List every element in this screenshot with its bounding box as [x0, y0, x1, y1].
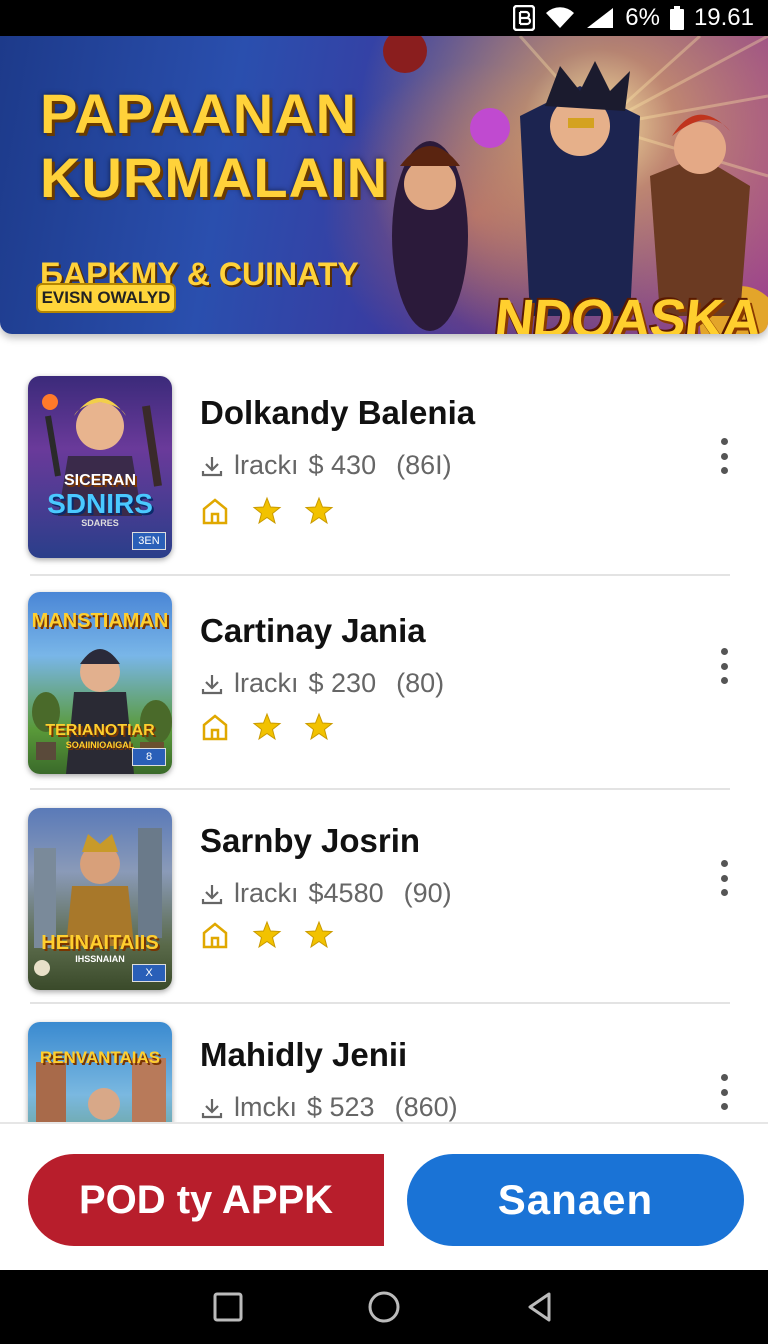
bottom-action-bar: POD ty APPK Sanaen — [0, 1122, 768, 1270]
app-meta: lmckı $ 523 (860) — [200, 1092, 458, 1123]
app-meta: lrackı $4580 (90) — [200, 878, 452, 909]
list-item[interactable]: MANSTIAMAN TERIANOTIAR SOAIINIOAIGAL 8 C… — [0, 592, 768, 806]
download-count: (90) — [403, 878, 452, 908]
star-icon — [304, 712, 334, 741]
app-meta: lrackı $ 230 (80) — [200, 668, 444, 699]
system-nav-bar — [0, 1270, 768, 1344]
app-name[interactable]: Mahidly Jenii — [200, 1036, 407, 1074]
download-count: (80) — [396, 668, 445, 698]
app-thumbnail[interactable]: RENVANTAIAS — [28, 1022, 172, 1124]
app-price: $ 430 — [308, 450, 377, 480]
house-badge-icon — [202, 714, 228, 741]
more-options-icon[interactable] — [714, 648, 734, 684]
thumbnail-art — [42, 394, 162, 516]
download-apk-button[interactable]: POD ty APPK — [28, 1154, 384, 1246]
battery-percent: 6% — [625, 4, 660, 31]
app-meta: lrackı $ 430 (86I) — [200, 450, 452, 481]
star-icon — [252, 496, 282, 525]
list-item[interactable]: SICERAN SDNIRS SDARES 3EN Dolkandy Balen… — [0, 376, 768, 590]
divider — [30, 788, 730, 790]
star-icon — [304, 496, 334, 525]
more-options-icon[interactable] — [714, 438, 734, 474]
app-rating — [200, 712, 334, 742]
clock: 19.61 — [693, 4, 754, 31]
nfc-icon — [513, 5, 536, 31]
download-icon — [200, 672, 224, 696]
recent-apps-icon[interactable] — [204, 1283, 252, 1331]
house-badge-icon — [202, 498, 228, 525]
banner-badge-button[interactable]: EVISN OWALYD — [36, 283, 176, 313]
thumbnail-tag: X — [132, 964, 166, 982]
app-rating — [200, 496, 334, 526]
house-badge-icon — [202, 922, 228, 949]
app-thumbnail[interactable]: MANSTIAMAN TERIANOTIAR SOAIINIOAIGAL 8 — [28, 592, 172, 774]
divider — [30, 1002, 730, 1004]
promo-banner[interactable]: PAPAANAN KURMALAIN БAPKMY & CUINATY EVIS… — [0, 36, 768, 334]
app-thumbnail[interactable]: SICERAN SDNIRS SDARES 3EN — [28, 376, 172, 558]
back-icon[interactable] — [516, 1283, 564, 1331]
download-count: (86I) — [396, 450, 452, 480]
download-icon — [200, 454, 224, 478]
banner-title-line2: KURMALAIN — [40, 146, 389, 209]
thumbnail-subtitle: IHSSNAIAN — [75, 954, 125, 964]
list-item[interactable]: HEINAITAIIS IHSSNAIAN X Sarnby Josrin lr… — [0, 808, 768, 1022]
home-icon[interactable] — [360, 1283, 408, 1331]
meta-label: lmckı — [234, 1092, 297, 1122]
download-icon — [200, 882, 224, 906]
meta-label: lrackı — [234, 450, 299, 480]
signal-icon — [585, 6, 615, 30]
more-options-icon[interactable] — [714, 1074, 734, 1110]
app-name[interactable]: Dolkandy Balenia — [200, 394, 475, 432]
thumbnail-art — [36, 1058, 166, 1124]
thumbnail-title: SDNIRS — [47, 488, 153, 519]
banner-title: PAPAANAN KURMALAIN — [40, 82, 388, 210]
app-name[interactable]: Cartinay Jania — [200, 612, 426, 650]
divider — [30, 574, 730, 576]
meta-label: lrackı — [234, 878, 299, 908]
app-name[interactable]: Sarnby Josrin — [200, 822, 420, 860]
app-list: SICERAN SDNIRS SDARES 3EN Dolkandy Balen… — [0, 334, 768, 1124]
secondary-action-button[interactable]: Sanaen — [407, 1154, 744, 1246]
app-thumbnail[interactable]: HEINAITAIIS IHSSNAIAN X — [28, 808, 172, 990]
app-price: $ 523 — [307, 1092, 375, 1122]
thumbnail-tag: 3EN — [132, 532, 166, 550]
app-price: $ 230 — [308, 668, 377, 698]
app-rating — [200, 920, 334, 950]
thumbnail-title-top: MANSTIAMAN — [31, 610, 169, 632]
more-options-icon[interactable] — [714, 860, 734, 896]
star-icon — [252, 920, 282, 949]
battery-icon — [669, 6, 684, 30]
thumbnail-title: HEINAITAIIS — [41, 932, 159, 954]
wifi-icon — [545, 6, 575, 30]
app-price: $4580 — [308, 878, 384, 908]
banner-game-logo: NDQASKA — [491, 289, 765, 334]
thumbnail-title: TERIANOTIAR — [45, 722, 155, 739]
meta-label: lrackı — [234, 668, 299, 698]
list-item[interactable]: RENVANTAIAS Mahidly Jenii lmckı $ 523 (8… — [0, 1022, 768, 1124]
thumbnail-title-top: RENVANTAIAS — [39, 1048, 161, 1067]
thumbnail-tag: 8 — [132, 748, 166, 766]
thumbnail-subtitle: SDARES — [81, 518, 119, 528]
download-count: (860) — [394, 1092, 458, 1122]
status-bar: 6% 19.61 — [0, 0, 768, 36]
star-icon — [252, 712, 282, 741]
banner-title-line1: PAPAANAN — [40, 82, 358, 145]
download-icon — [200, 1096, 224, 1120]
star-icon — [304, 920, 334, 949]
